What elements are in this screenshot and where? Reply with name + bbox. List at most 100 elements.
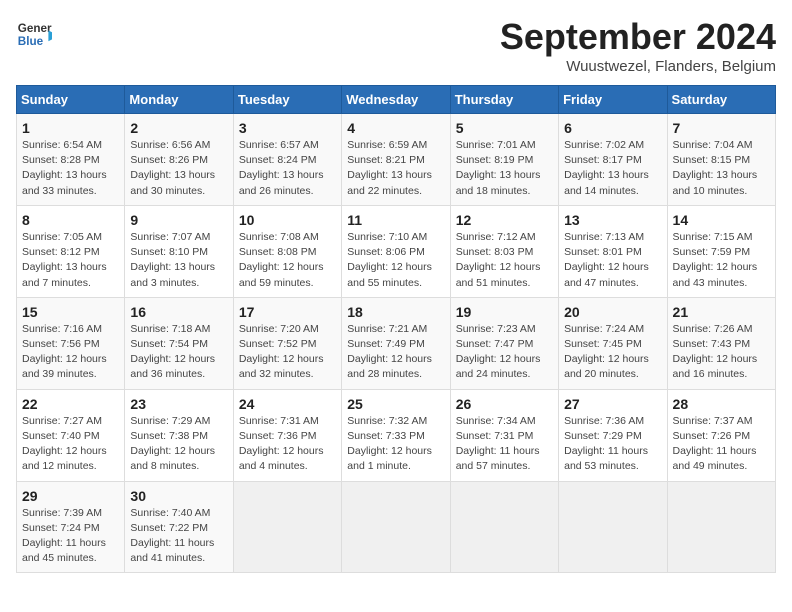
day-number: 9 [130,212,227,228]
calendar-cell [450,481,558,573]
day-number: 17 [239,304,336,320]
day-info: Sunrise: 7:12 AM Sunset: 8:03 PM Dayligh… [456,230,553,291]
day-number: 28 [673,396,770,412]
day-info: Sunrise: 7:07 AM Sunset: 8:10 PM Dayligh… [130,230,227,291]
title-area: September 2024 Wuustwezel, Flanders, Bel… [500,16,776,75]
day-number: 5 [456,120,553,136]
day-info: Sunrise: 6:59 AM Sunset: 8:21 PM Dayligh… [347,138,444,199]
day-info: Sunrise: 7:36 AM Sunset: 7:29 PM Dayligh… [564,414,661,475]
day-info: Sunrise: 7:37 AM Sunset: 7:26 PM Dayligh… [673,414,770,475]
calendar-cell: 7 Sunrise: 7:04 AM Sunset: 8:15 PM Daylig… [667,114,775,206]
calendar-cell [667,481,775,573]
page-header: General Blue September 2024 Wuustwezel, … [16,16,776,75]
calendar-header-row: SundayMondayTuesdayWednesdayThursdayFrid… [17,86,776,114]
calendar-cell: 6 Sunrise: 7:02 AM Sunset: 8:17 PM Daylig… [559,114,667,206]
day-number: 14 [673,212,770,228]
calendar-cell: 17 Sunrise: 7:20 AM Sunset: 7:52 PM Dayli… [233,297,341,389]
weekday-header-thursday: Thursday [450,86,558,114]
day-number: 19 [456,304,553,320]
day-number: 13 [564,212,661,228]
calendar-cell: 22 Sunrise: 7:27 AM Sunset: 7:40 PM Dayli… [17,389,125,481]
day-number: 22 [22,396,119,412]
calendar-cell: 25 Sunrise: 7:32 AM Sunset: 7:33 PM Dayli… [342,389,450,481]
weekday-header-friday: Friday [559,86,667,114]
day-number: 10 [239,212,336,228]
logo-icon: General Blue [16,16,52,57]
calendar-week-4: 22 Sunrise: 7:27 AM Sunset: 7:40 PM Dayli… [17,389,776,481]
calendar-cell: 19 Sunrise: 7:23 AM Sunset: 7:47 PM Dayli… [450,297,558,389]
day-info: Sunrise: 7:18 AM Sunset: 7:54 PM Dayligh… [130,322,227,383]
calendar-cell: 10Sunrise: 7:08 AM Sunset: 8:08 PM Dayli… [233,205,341,297]
day-info: Sunrise: 7:27 AM Sunset: 7:40 PM Dayligh… [22,414,119,475]
day-info: Sunrise: 7:34 AM Sunset: 7:31 PM Dayligh… [456,414,553,475]
calendar-cell: 15 Sunrise: 7:16 AM Sunset: 7:56 PM Dayli… [17,297,125,389]
calendar-cell: 28 Sunrise: 7:37 AM Sunset: 7:26 PM Dayli… [667,389,775,481]
calendar-cell: 21Sunrise: 7:26 AM Sunset: 7:43 PM Dayli… [667,297,775,389]
day-info: Sunrise: 7:04 AM Sunset: 8:15 PM Dayligh… [673,138,770,199]
day-number: 16 [130,304,227,320]
day-number: 2 [130,120,227,136]
calendar-cell: 18Sunrise: 7:21 AM Sunset: 7:49 PM Dayli… [342,297,450,389]
calendar-cell: 5Sunrise: 7:01 AM Sunset: 8:19 PM Daylig… [450,114,558,206]
day-number: 20 [564,304,661,320]
day-info: Sunrise: 7:20 AM Sunset: 7:52 PM Dayligh… [239,322,336,383]
day-number: 6 [564,120,661,136]
calendar-cell: 27 Sunrise: 7:36 AM Sunset: 7:29 PM Dayli… [559,389,667,481]
day-number: 7 [673,120,770,136]
calendar-cell [342,481,450,573]
day-number: 25 [347,396,444,412]
day-info: Sunrise: 6:57 AM Sunset: 8:24 PM Dayligh… [239,138,336,199]
calendar-cell: 12 Sunrise: 7:12 AM Sunset: 8:03 PM Dayli… [450,205,558,297]
calendar-cell: 8 Sunrise: 7:05 AM Sunset: 8:12 PM Daylig… [17,205,125,297]
day-info: Sunrise: 7:23 AM Sunset: 7:47 PM Dayligh… [456,322,553,383]
day-info: Sunrise: 7:32 AM Sunset: 7:33 PM Dayligh… [347,414,444,475]
calendar-cell: 29 Sunrise: 7:39 AM Sunset: 7:24 PM Dayli… [17,481,125,573]
day-number: 11 [347,212,444,228]
location-subtitle: Wuustwezel, Flanders, Belgium [500,58,776,75]
day-info: Sunrise: 7:13 AM Sunset: 8:01 PM Dayligh… [564,230,661,291]
day-info: Sunrise: 7:21 AM Sunset: 7:49 PM Dayligh… [347,322,444,383]
day-number: 12 [456,212,553,228]
calendar-cell: 26 Sunrise: 7:34 AM Sunset: 7:31 PM Dayli… [450,389,558,481]
day-info: Sunrise: 7:16 AM Sunset: 7:56 PM Dayligh… [22,322,119,383]
day-number: 21 [673,304,770,320]
day-number: 15 [22,304,119,320]
day-number: 26 [456,396,553,412]
calendar-cell: 3 Sunrise: 6:57 AM Sunset: 8:24 PM Daylig… [233,114,341,206]
day-number: 3 [239,120,336,136]
day-number: 4 [347,120,444,136]
calendar-cell: 1 Sunrise: 6:54 AM Sunset: 8:28 PM Daylig… [17,114,125,206]
calendar-cell: 23Sunrise: 7:29 AM Sunset: 7:38 PM Dayli… [125,389,233,481]
calendar-week-3: 15 Sunrise: 7:16 AM Sunset: 7:56 PM Dayli… [17,297,776,389]
calendar-cell: 20Sunrise: 7:24 AM Sunset: 7:45 PM Dayli… [559,297,667,389]
calendar-cell: 9 Sunrise: 7:07 AM Sunset: 8:10 PM Daylig… [125,205,233,297]
day-info: Sunrise: 7:05 AM Sunset: 8:12 PM Dayligh… [22,230,119,291]
calendar-cell: 24 Sunrise: 7:31 AM Sunset: 7:36 PM Dayli… [233,389,341,481]
day-number: 24 [239,396,336,412]
day-info: Sunrise: 7:10 AM Sunset: 8:06 PM Dayligh… [347,230,444,291]
day-number: 29 [22,488,119,504]
day-number: 27 [564,396,661,412]
calendar-cell: 11 Sunrise: 7:10 AM Sunset: 8:06 PM Dayli… [342,205,450,297]
calendar-cell [233,481,341,573]
day-info: Sunrise: 7:29 AM Sunset: 7:38 PM Dayligh… [130,414,227,475]
day-info: Sunrise: 6:56 AM Sunset: 8:26 PM Dayligh… [130,138,227,199]
svg-text:General: General [18,22,52,35]
calendar-cell: 2 Sunrise: 6:56 AM Sunset: 8:26 PM Daylig… [125,114,233,206]
calendar-table: SundayMondayTuesdayWednesdayThursdayFrid… [16,85,776,573]
day-info: Sunrise: 7:31 AM Sunset: 7:36 PM Dayligh… [239,414,336,475]
day-info: Sunrise: 7:39 AM Sunset: 7:24 PM Dayligh… [22,506,119,567]
svg-text:Blue: Blue [18,35,44,48]
calendar-cell: 4 Sunrise: 6:59 AM Sunset: 8:21 PM Daylig… [342,114,450,206]
calendar-week-5: 29 Sunrise: 7:39 AM Sunset: 7:24 PM Dayli… [17,481,776,573]
weekday-header-sunday: Sunday [17,86,125,114]
day-number: 8 [22,212,119,228]
day-number: 1 [22,120,119,136]
month-title: September 2024 [500,16,776,58]
weekday-header-wednesday: Wednesday [342,86,450,114]
day-info: Sunrise: 6:54 AM Sunset: 8:28 PM Dayligh… [22,138,119,199]
day-info: Sunrise: 7:02 AM Sunset: 8:17 PM Dayligh… [564,138,661,199]
calendar-cell: 13 Sunrise: 7:13 AM Sunset: 8:01 PM Dayli… [559,205,667,297]
day-info: Sunrise: 7:15 AM Sunset: 7:59 PM Dayligh… [673,230,770,291]
logo: General Blue [16,16,52,57]
